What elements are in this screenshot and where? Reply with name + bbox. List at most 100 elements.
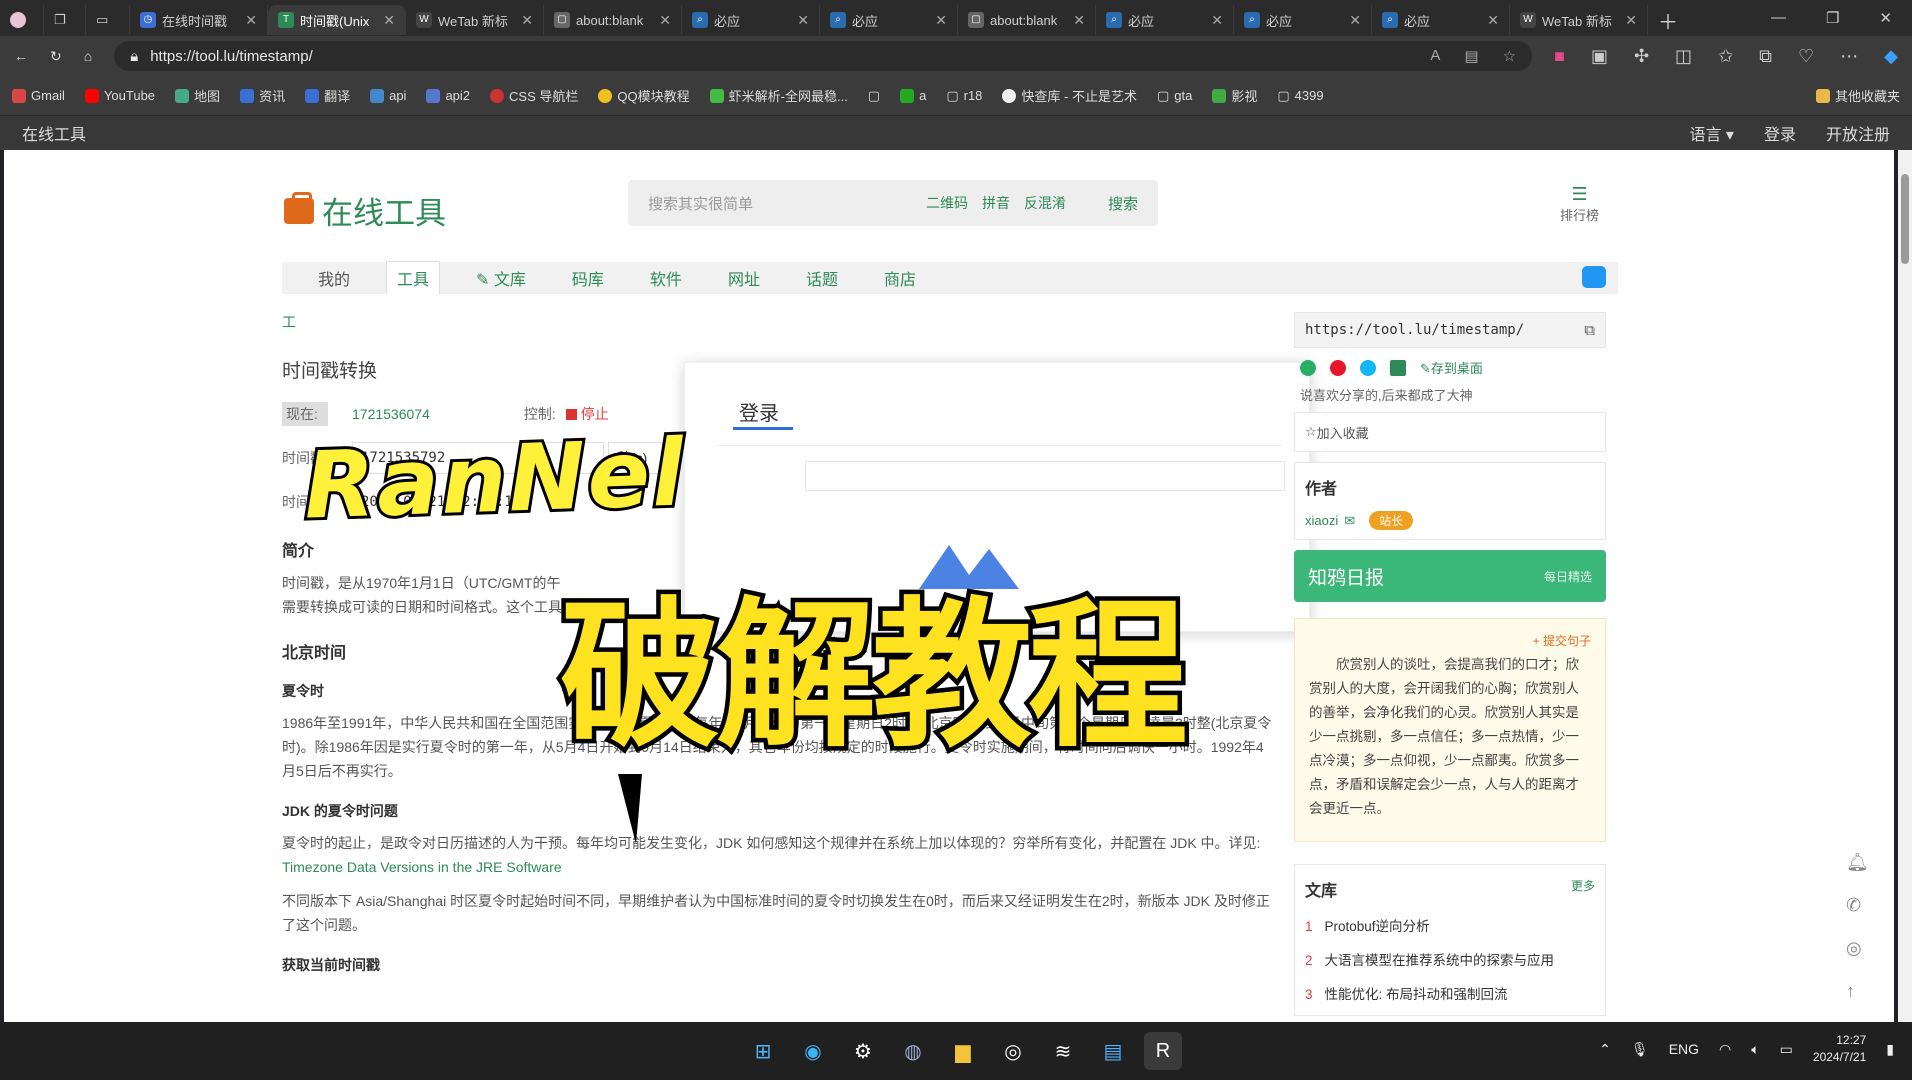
close-icon[interactable]: ✕ — [245, 12, 257, 29]
back-icon[interactable]: ← — [14, 48, 28, 64]
obs-icon[interactable]: ◎ — [994, 1032, 1032, 1070]
language-indicator[interactable]: ENG — [1669, 1041, 1699, 1057]
search-input[interactable]: 搜索其实很简单 — [648, 193, 753, 214]
nav-library[interactable]: ✎ 文库 — [466, 262, 536, 294]
tab-9[interactable]: ⌕ 必应 ✕ — [1372, 5, 1510, 35]
copy-icon[interactable]: ⧉ — [1584, 321, 1595, 339]
bell-icon[interactable]: 🔔︎ — [1846, 852, 1869, 873]
battery-icon[interactable]: ▭ — [1780, 1041, 1793, 1058]
nav-mine[interactable]: 我的 — [308, 262, 360, 294]
search-button[interactable]: 搜索 — [1108, 193, 1138, 214]
nav-sites[interactable]: 网址 — [718, 262, 770, 294]
tab-7[interactable]: ⌕ 必应 ✕ — [1096, 5, 1234, 35]
tab-10[interactable]: W WeTab 新标 ✕ — [1510, 5, 1648, 35]
tab-3[interactable]: ▢ about:blank ✕ — [544, 5, 682, 35]
close-icon[interactable]: ✕ — [1625, 12, 1637, 29]
tab-2[interactable]: W WeTab 新标 ✕ — [406, 5, 544, 35]
close-icon[interactable]: ✕ — [1211, 12, 1223, 29]
microphone-icon[interactable]: 🎙︎ — [1631, 1041, 1649, 1058]
app-r-icon[interactable]: R — [1144, 1032, 1182, 1070]
tab-4[interactable]: ⌕ 必应 ✕ — [682, 5, 820, 35]
bookmark-xiami[interactable]: 虾米解析-全网最稳... — [709, 86, 848, 105]
stop-button[interactable]: 停止 — [565, 404, 609, 424]
restore-icon[interactable]: ❐ — [1826, 9, 1839, 27]
tab-1[interactable]: T 时间戳(Unix ✕ — [268, 5, 406, 35]
daily-banner[interactable]: 知鸦日报 每日精选 — [1294, 550, 1606, 602]
bookmark-css-nav[interactable]: CSS 导航栏 — [490, 86, 578, 105]
close-icon[interactable]: ✕ — [521, 12, 533, 29]
qrcode-icon[interactable] — [1390, 359, 1406, 376]
bookmark-youtube[interactable]: YouTube — [84, 88, 155, 103]
bookmark-gmail[interactable]: Gmail — [12, 88, 65, 103]
login-link[interactable]: 登录 — [1764, 121, 1796, 145]
list-item[interactable]: 1 Protobuf逆向分析 — [1305, 915, 1595, 935]
steam-icon[interactable]: ◍ — [894, 1032, 932, 1070]
extensions-puzzle-icon[interactable]: ✣ — [1634, 46, 1649, 67]
volume-icon[interactable]: 🔈︎ — [1751, 1041, 1759, 1058]
start-icon[interactable]: ⊞ — [744, 1032, 782, 1070]
favorite-star-icon[interactable]: ☆ — [1503, 47, 1516, 65]
jdk-link[interactable]: Timezone Data Versions in the JRE Softwa… — [282, 859, 562, 875]
folder-icon[interactable]: ▆ — [944, 1032, 982, 1070]
tab-0[interactable]: ◷ 在线时间戳 ✕ — [130, 5, 268, 35]
chat-icon[interactable] — [1582, 266, 1606, 288]
nav-tools[interactable]: 工具 — [386, 261, 441, 294]
nav-topics[interactable]: 话题 — [796, 262, 848, 294]
url-field[interactable]: 🔒︎ https://tool.lu/timestamp/ A ▤ ☆ — [114, 41, 1533, 71]
read-aloud-icon[interactable]: A — [1430, 47, 1440, 65]
close-icon[interactable]: ✕ — [1349, 12, 1361, 29]
submit-quote-link[interactable]: + 提交句子 — [1309, 629, 1591, 653]
bookmark-api[interactable]: api — [370, 88, 406, 103]
login-input[interactable] — [805, 461, 1285, 491]
more-link[interactable]: 更多 — [1571, 877, 1595, 901]
close-icon[interactable]: ✕ — [935, 12, 947, 29]
favorites-icon[interactable]: ✩ — [1718, 46, 1733, 67]
author-link[interactable]: xiaozi — [1305, 513, 1338, 528]
breadcrumb[interactable]: 工 — [282, 312, 1272, 332]
home-icon[interactable]: ⌂ — [84, 48, 92, 64]
close-icon[interactable]: ✕ — [797, 12, 809, 29]
bookmark-4399[interactable]: ▢ 4399 — [1277, 88, 1323, 104]
save-desktop-link[interactable]: ✎存到桌面 — [1420, 358, 1483, 377]
wifi-icon[interactable]: ◠ — [1719, 1041, 1731, 1058]
qq-icon[interactable] — [1360, 359, 1376, 376]
bookmark-news[interactable]: 资讯 — [240, 86, 285, 105]
bookmark-kuaichaku[interactable]: 快查库 - 不止是艺术 — [1002, 86, 1137, 105]
close-icon[interactable]: ✕ — [1073, 12, 1085, 29]
nav-store[interactable]: 商店 — [874, 262, 926, 294]
bookmark-qq[interactable]: QQ模块教程 — [598, 86, 690, 105]
notepad-icon[interactable]: ▤ — [1094, 1032, 1132, 1070]
split-screen-icon[interactable]: ◫ — [1675, 46, 1692, 67]
share-url-box[interactable]: https://tool.lu/timestamp/ ⧉ — [1294, 312, 1606, 348]
refresh-icon[interactable]: ↻ — [50, 48, 62, 65]
tab-6[interactable]: ▢ about:blank ✕ — [958, 5, 1096, 35]
edge-icon[interactable]: ◉ — [794, 1032, 832, 1070]
search-tag[interactable]: 反混淆 — [1024, 193, 1066, 213]
rank-link[interactable]: ☰ 排行榜 — [1560, 184, 1599, 224]
back-to-top-icon[interactable]: ↑ — [1846, 981, 1869, 1002]
site-logo[interactable]: 在线工具 — [284, 188, 446, 233]
profile-avatar[interactable] — [0, 5, 44, 35]
close-icon[interactable]: ✕ — [659, 12, 671, 29]
bookmark-a[interactable]: a — [900, 88, 926, 103]
dialog-title[interactable]: 登录 — [739, 397, 779, 426]
language-menu[interactable]: 语言 ▾ — [1689, 121, 1733, 145]
weibo-icon[interactable]: ◎ — [1846, 938, 1869, 959]
wechat-icon[interactable] — [1300, 359, 1316, 376]
other-favorites[interactable]: 其他收藏夹 — [1815, 86, 1900, 105]
bookmark-gta[interactable]: ▢ gta — [1157, 88, 1192, 104]
copilot-icon[interactable]: ◆ — [1884, 46, 1898, 67]
bookmark-video[interactable]: 影视 — [1212, 86, 1257, 105]
bookmark-translate[interactable]: 翻译 — [305, 86, 350, 105]
wechat-icon[interactable]: ✆ — [1846, 895, 1869, 916]
clock[interactable]: 12:27 2024/7/21 — [1813, 1032, 1866, 1066]
close-window-icon[interactable]: ✕ — [1879, 9, 1892, 27]
more-menu-icon[interactable]: ⋯ — [1840, 46, 1858, 67]
scrollbar-thumb[interactable] — [1901, 174, 1909, 264]
nav-software[interactable]: 软件 — [640, 262, 692, 294]
collections-icon[interactable]: ⧉ — [1759, 46, 1772, 67]
list-item[interactable]: 3 性能优化: 布局抖动和强制回流 — [1305, 983, 1595, 1003]
tab-5[interactable]: ⌕ 必应 ✕ — [820, 5, 958, 35]
search-tag[interactable]: 二维码 — [926, 193, 968, 213]
bookmark-api2[interactable]: api2 — [426, 88, 470, 103]
